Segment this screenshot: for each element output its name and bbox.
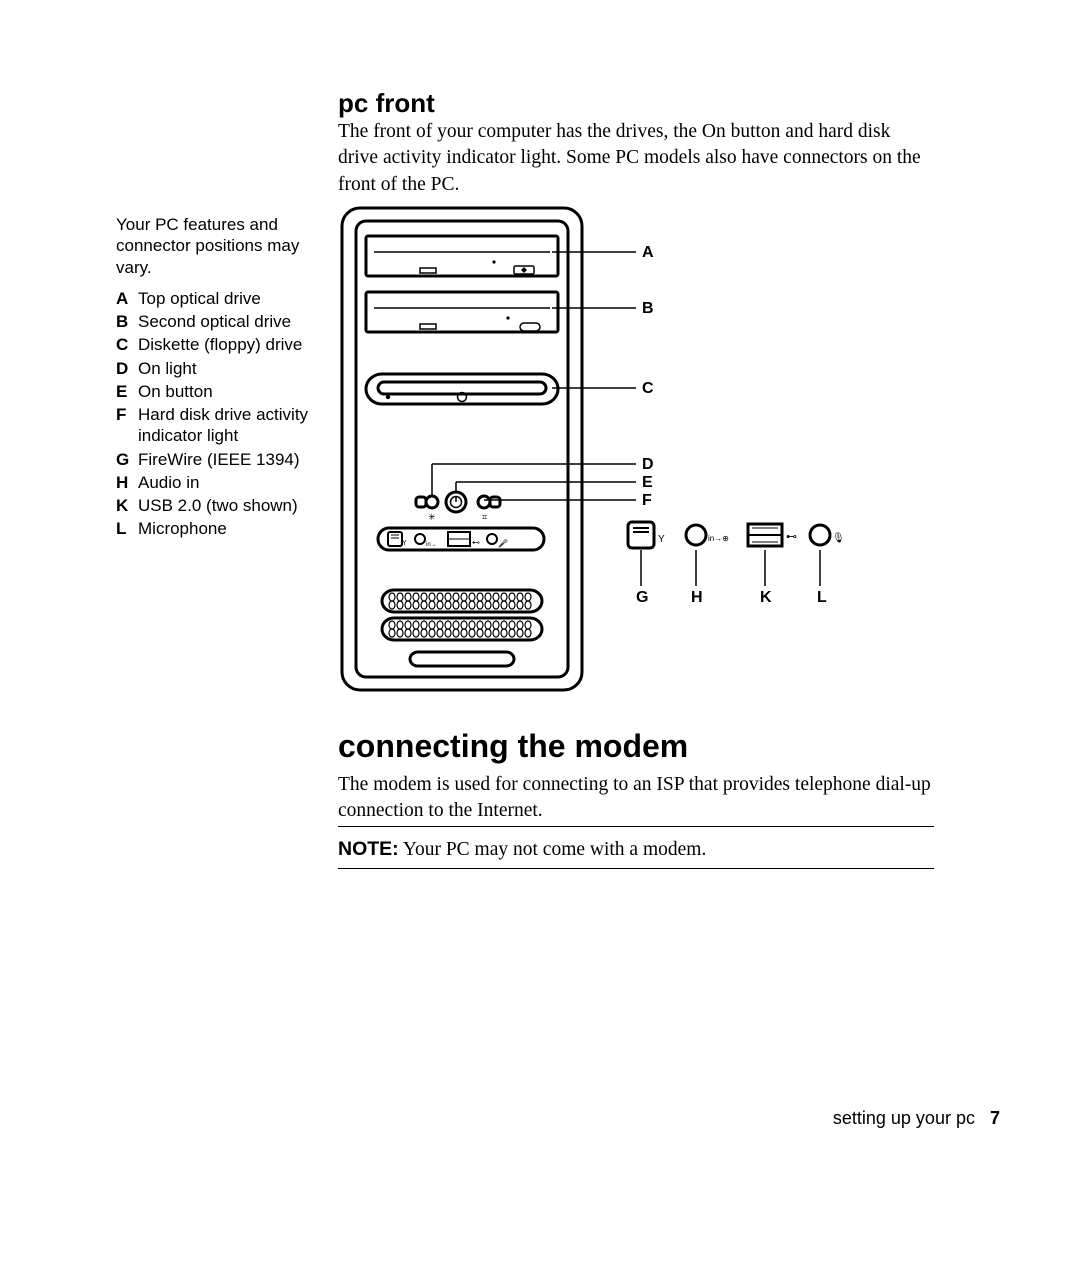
svg-text:Y: Y	[402, 540, 407, 547]
svg-text:✳: ✳	[428, 512, 436, 522]
svg-text:in→: in→	[426, 542, 437, 548]
legend-letter: K	[116, 495, 138, 516]
legend-letter: G	[116, 449, 138, 470]
manual-page: pc front The front of your computer has …	[0, 0, 1080, 1270]
svg-text:🎙: 🎙	[832, 532, 845, 544]
pc-front-diagram: A B C D E	[338, 204, 928, 704]
legend-text: Diskette (floppy) drive	[138, 334, 314, 355]
svg-text:K: K	[760, 589, 772, 606]
section-body-connecting-modem: The modem is used for connecting to an I…	[338, 772, 934, 825]
note-row: NOTE: Your PC may not come with a modem.	[338, 838, 934, 861]
svg-text:⊷: ⊷	[786, 531, 797, 543]
section-body-pc-front: The front of your computer has the drive…	[338, 119, 921, 198]
svg-text:C: C	[642, 380, 654, 397]
footer-text: setting up your pc	[833, 1108, 975, 1128]
legend-row: DOn light	[116, 358, 314, 379]
svg-text:🎤: 🎤	[498, 538, 508, 548]
legend-letter: D	[116, 358, 138, 379]
svg-text:D: D	[642, 456, 654, 473]
legend-row: CDiskette (floppy) drive	[116, 334, 314, 355]
legend-row: GFireWire (IEEE 1394)	[116, 449, 314, 470]
svg-text:Y: Y	[658, 534, 665, 545]
page-footer: setting up your pc 7	[0, 1108, 1000, 1129]
svg-text:L: L	[817, 589, 827, 606]
svg-text:E: E	[642, 474, 653, 491]
svg-text:A: A	[642, 244, 654, 261]
note-text: Your PC may not come with a modem.	[399, 839, 707, 860]
legend-text: Top optical drive	[138, 288, 314, 309]
note-label: NOTE:	[338, 838, 399, 860]
legend-list: ATop optical driveBSecond optical driveC…	[116, 288, 314, 540]
divider-bottom	[338, 868, 934, 869]
legend-text: Second optical drive	[138, 311, 314, 332]
legend-letter: A	[116, 288, 138, 309]
legend-letter: E	[116, 381, 138, 402]
footer-page-number: 7	[990, 1108, 1000, 1128]
legend-row: BSecond optical drive	[116, 311, 314, 332]
svg-text:G: G	[636, 589, 648, 606]
legend-row: FHard disk drive activity indicator ligh…	[116, 404, 314, 447]
legend-row: LMicrophone	[116, 518, 314, 539]
svg-text:H: H	[691, 589, 703, 606]
divider-top	[338, 826, 934, 827]
legend-text: FireWire (IEEE 1394)	[138, 449, 314, 470]
svg-text:F: F	[642, 492, 652, 509]
legend-row: EOn button	[116, 381, 314, 402]
section-title-connecting-modem: connecting the modem	[338, 728, 688, 765]
svg-text:B: B	[642, 300, 654, 317]
svg-text:⌗: ⌗	[482, 512, 487, 522]
legend-text: Hard disk drive activity indicator light	[138, 404, 314, 447]
legend-text: Audio in	[138, 472, 314, 493]
legend-text: On light	[138, 358, 314, 379]
legend-row: ATop optical drive	[116, 288, 314, 309]
legend-letter: F	[116, 404, 138, 447]
svg-text:⊷: ⊷	[472, 538, 480, 547]
svg-text:in→⊕: in→⊕	[708, 534, 729, 543]
legend-text: On button	[138, 381, 314, 402]
legend-sidebar: Your PC features and connector positions…	[116, 214, 314, 542]
legend-text: USB 2.0 (two shown)	[138, 495, 314, 516]
legend-row: HAudio in	[116, 472, 314, 493]
legend-intro: Your PC features and connector positions…	[116, 214, 314, 278]
section-title-pc-front: pc front	[338, 88, 435, 119]
legend-letter: H	[116, 472, 138, 493]
legend-letter: B	[116, 311, 138, 332]
legend-letter: L	[116, 518, 138, 539]
legend-row: KUSB 2.0 (two shown)	[116, 495, 314, 516]
legend-text: Microphone	[138, 518, 314, 539]
legend-letter: C	[116, 334, 138, 355]
